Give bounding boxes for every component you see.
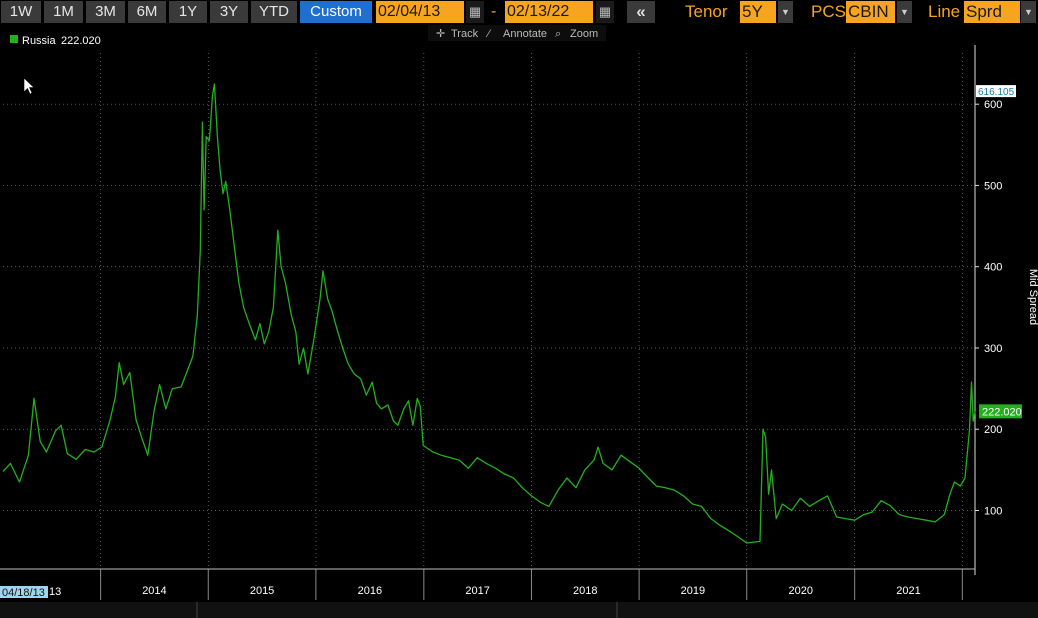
range-3m-button[interactable]: 3M xyxy=(86,1,125,23)
line-select[interactable]: Sprd xyxy=(964,1,1020,23)
range-6m-button[interactable]: 6M xyxy=(128,1,166,23)
pcs-label: PCS xyxy=(811,2,846,21)
x-tick-label: 2015 xyxy=(250,585,274,597)
pcs-select[interactable]: CBIN xyxy=(846,1,895,23)
spread-chart[interactable]: ✛ Track ⁄ Annotate ⌕ Zoom Russia 222.020… xyxy=(0,25,1038,602)
start-date-field[interactable]: 02/04/13 xyxy=(376,1,464,23)
y-tick-label: 300 xyxy=(984,343,1002,355)
range-1y-button[interactable]: 1Y xyxy=(169,1,207,23)
last-value-label: 222.020 xyxy=(982,406,1022,418)
x-tick-label: 2019 xyxy=(681,585,705,597)
status-segment xyxy=(618,602,1038,618)
y-tick-label: 500 xyxy=(984,180,1002,192)
track-tool[interactable]: Track xyxy=(451,28,479,40)
back-button[interactable]: « xyxy=(627,1,655,23)
legend-swatch xyxy=(10,35,18,43)
date-separator: - xyxy=(491,3,497,20)
annotate-tool[interactable]: Annotate xyxy=(503,28,547,40)
crosshair-icon[interactable]: ✛ xyxy=(436,28,445,40)
y-axis-title: Mid Spread xyxy=(1027,269,1038,325)
range-1w-button[interactable]: 1W xyxy=(1,1,41,23)
y-tick-label: 200 xyxy=(984,424,1002,436)
chevron-down-icon[interactable]: ▼ xyxy=(1021,1,1036,23)
range-ytd-button[interactable]: YTD xyxy=(251,1,297,23)
magnifier-icon[interactable]: ⌕ xyxy=(555,28,561,40)
zoom-tool[interactable]: Zoom xyxy=(570,28,598,40)
x-start-year-suffix: 13 xyxy=(49,586,61,598)
y-tick-label: 600 xyxy=(984,99,1002,111)
range-custom-button[interactable]: Custom xyxy=(300,1,372,23)
tenor-label: Tenor xyxy=(685,2,728,21)
calendar-icon[interactable]: ▦ xyxy=(466,1,484,23)
x-tick-label: 2017 xyxy=(465,585,489,597)
x-tick-label: 2016 xyxy=(358,585,382,597)
x-tick-label: 2020 xyxy=(788,585,812,597)
x-tick-label: 2018 xyxy=(573,585,597,597)
y-tick-label: 400 xyxy=(984,262,1002,274)
status-segment xyxy=(198,602,618,618)
toolbar: 1W 1M 3M 6M 1Y 3Y YTD Custom 02/04/13 ▦ … xyxy=(0,0,1038,25)
line-label: Line xyxy=(928,2,961,21)
status-segment xyxy=(0,602,198,618)
x-tick-label: 2021 xyxy=(896,585,920,597)
x-start-date-label: 04/18/13 xyxy=(2,587,45,599)
calendar-icon[interactable]: ▦ xyxy=(596,1,614,23)
legend-series-name: Russia xyxy=(22,35,57,47)
status-bar xyxy=(0,602,1038,618)
chart-tools: ✛ Track ⁄ Annotate ⌕ Zoom xyxy=(428,25,606,41)
chart-background xyxy=(0,25,1038,602)
y-tick-label: 100 xyxy=(984,505,1002,517)
legend: Russia 222.020 xyxy=(10,35,101,47)
chevron-down-icon[interactable]: ▼ xyxy=(778,1,793,23)
chevron-down-icon[interactable]: ▼ xyxy=(897,1,912,23)
range-1m-button[interactable]: 1M xyxy=(44,1,83,23)
range-3y-button[interactable]: 3Y xyxy=(210,1,248,23)
max-marker-label: 616.105 xyxy=(978,87,1015,98)
x-tick-label: 2014 xyxy=(142,585,166,597)
tenor-select[interactable]: 5Y xyxy=(740,1,776,23)
end-date-field[interactable]: 02/13/22 xyxy=(505,1,593,23)
legend-series-value: 222.020 xyxy=(61,35,101,47)
